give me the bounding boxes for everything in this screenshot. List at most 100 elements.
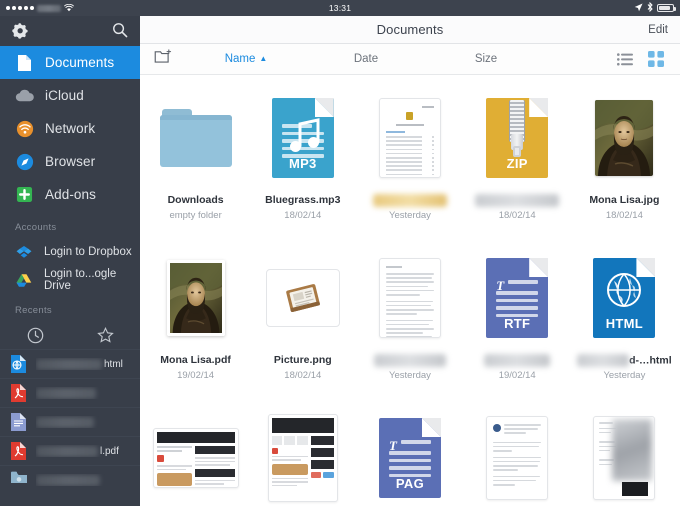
sidebar-item-label: Documents: [45, 55, 115, 70]
recents-header: Recents: [15, 305, 52, 316]
image-preview-frame: [265, 269, 340, 327]
image-thumbnail: [595, 100, 654, 176]
file-meta: 18/02/14: [284, 209, 322, 221]
list-item[interactable]: html: [0, 349, 140, 378]
webpage-preview-thumbnail: [152, 428, 239, 488]
file-item-redacted-pdf[interactable]: Yesterday: [356, 81, 463, 241]
file-thumbnail: [378, 249, 441, 347]
file-item-pages-document[interactable]: T PAG: [356, 401, 463, 506]
google-drive-icon: [15, 271, 33, 289]
mp3-file-icon: MP3: [271, 98, 334, 178]
view-mode-buttons: [617, 51, 680, 67]
file-type-label: MP3: [288, 156, 317, 171]
sidebar: Documents iCloud Network Browser Add-ons…: [0, 16, 140, 506]
app-window: 13:31 Documents iCloud Network Browser A…: [0, 0, 680, 506]
file-name: d-…html: [577, 354, 672, 367]
sort-tab-date[interactable]: Date: [306, 53, 426, 65]
redacted-text: [475, 194, 560, 207]
recents-tab-history[interactable]: [0, 321, 70, 349]
edit-button[interactable]: Edit: [648, 24, 668, 36]
file-item-bluegrass-mp3[interactable]: MP3 Bluegrass.mp3 18/02/14: [249, 81, 356, 241]
sidebar-account-dropbox[interactable]: Login to Dropbox: [0, 238, 140, 266]
sidebar-toolbar: [0, 16, 140, 44]
file-item-redacted-html[interactable]: HTML d-…html Yesterday: [571, 241, 678, 401]
page-title: Documents: [376, 22, 444, 37]
zip-file-icon: ZIP: [486, 98, 549, 178]
file-type-label: ZIP: [506, 156, 528, 171]
recent-file-name: l.pdf: [36, 445, 134, 457]
folder-icon: [10, 470, 27, 490]
sort-tab-size[interactable]: Size: [426, 53, 546, 65]
status-time: 13:31: [328, 3, 352, 13]
file-item-picture-png[interactable]: Picture.png 18/02/14: [249, 241, 356, 401]
rtf-file-icon: T RTF: [486, 258, 549, 338]
file-meta: 18/02/14: [284, 369, 322, 381]
preview-dark-block: [622, 482, 649, 496]
webpage-preview-thumbnail: [267, 414, 338, 502]
sidebar-item-network[interactable]: Network: [0, 112, 140, 145]
gear-icon[interactable]: [12, 22, 29, 39]
sort-tab-label: Name: [224, 53, 256, 65]
file-meta: 18/02/14: [605, 209, 643, 221]
sort-tab-name[interactable]: Name ▲: [186, 53, 306, 65]
list-item[interactable]: [0, 465, 140, 494]
document-preview-thumbnail: [593, 416, 656, 500]
file-item-mona-lisa-jpg[interactable]: Mona Lisa.jpg 18/02/14: [571, 81, 678, 241]
cloud-icon: [15, 86, 34, 105]
sidebar-item-icloud[interactable]: iCloud: [0, 79, 140, 112]
dropbox-icon: [15, 243, 33, 261]
search-icon[interactable]: [112, 22, 128, 38]
file-item-redacted-zip[interactable]: ZIP 18/02/14: [464, 81, 571, 241]
sidebar-item-addons[interactable]: Add-ons: [0, 178, 140, 211]
file-item-webpage-landscape[interactable]: [142, 401, 249, 506]
sort-ascending-caret-icon: ▲: [259, 54, 268, 63]
file-thumbnail: [159, 89, 232, 187]
file-meta: 19/02/14: [498, 370, 536, 381]
redacted-text: [36, 445, 98, 457]
clock-icon: [27, 327, 44, 344]
redacted-text: [36, 358, 102, 370]
sidebar-account-google-drive[interactable]: Login to...ogle Drive: [0, 266, 140, 294]
file-item-letter-document[interactable]: [464, 401, 571, 506]
file-item-webpage-portrait[interactable]: [249, 401, 356, 506]
file-grid: Downloads empty folder MP3 Bluegrass.mp3…: [140, 75, 680, 506]
plus-square-icon: [15, 185, 34, 204]
file-thumbnail: [378, 89, 441, 187]
sidebar-item-label: Browser: [45, 154, 96, 169]
list-item[interactable]: [0, 378, 140, 407]
status-bar: 13:31: [0, 0, 680, 16]
file-name: [475, 194, 560, 207]
recents-tab-favorites[interactable]: [70, 321, 140, 349]
file-item-redacted-document[interactable]: [571, 401, 678, 506]
file-thumbnail: [152, 409, 239, 506]
file-thumbnail: ZIP: [486, 89, 549, 187]
new-folder-button[interactable]: [140, 49, 186, 69]
grid-view-icon[interactable]: [648, 51, 664, 67]
file-meta: 18/02/14: [498, 210, 536, 221]
file-item-redacted-rtf[interactable]: T RTF 19/02/14: [464, 241, 571, 401]
sidebar-item-label: iCloud: [45, 88, 84, 103]
file-item-downloads[interactable]: Downloads empty folder: [142, 81, 249, 241]
file-meta: 19/02/14: [177, 369, 215, 381]
list-view-icon[interactable]: [617, 52, 633, 66]
file-meta: Yesterday: [389, 210, 431, 221]
list-item[interactable]: [0, 407, 140, 436]
file-type-label: RTF: [504, 316, 531, 331]
sidebar-item-documents[interactable]: Documents: [0, 46, 140, 79]
redacted-text: [484, 354, 551, 367]
accounts-header: Accounts: [15, 222, 57, 233]
file-item-redacted-text[interactable]: Yesterday: [356, 241, 463, 401]
file-thumbnail: [486, 409, 549, 506]
window-body: Documents iCloud Network Browser Add-ons…: [0, 16, 680, 506]
list-item[interactable]: l.pdf: [0, 436, 140, 465]
title-bar: Documents Edit: [140, 16, 680, 44]
file-item-mona-lisa-pdf[interactable]: Mona Lisa.pdf 19/02/14: [142, 241, 249, 401]
compass-icon: [15, 152, 34, 171]
file-thumbnail: T RTF: [486, 249, 549, 347]
sidebar-nav: Documents iCloud Network Browser Add-ons: [0, 44, 140, 211]
sidebar-item-browser[interactable]: Browser: [0, 145, 140, 178]
image-thumbnail: [166, 260, 225, 336]
file-name: Mona Lisa.pdf: [160, 354, 231, 366]
html-file-icon: [10, 354, 27, 374]
recent-file-name: [36, 416, 134, 428]
